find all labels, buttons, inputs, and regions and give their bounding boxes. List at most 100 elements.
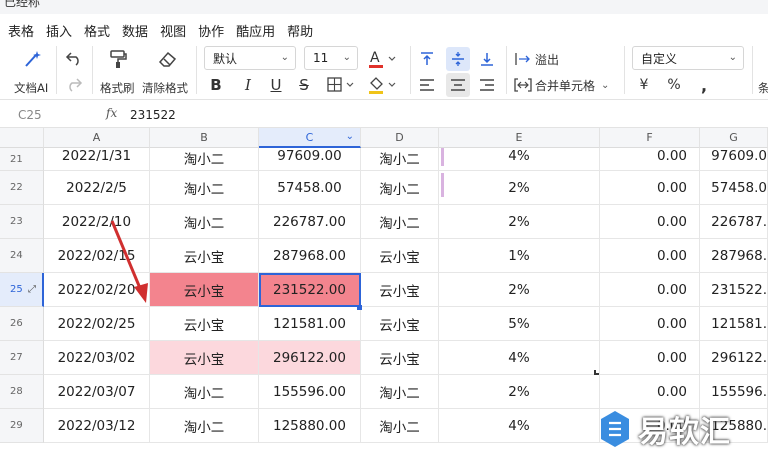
cell-fee[interactable]: 0.00: [600, 171, 700, 205]
cell-name[interactable]: 云小宝: [150, 341, 259, 375]
font-size-select[interactable]: 11 ⌄: [304, 46, 358, 70]
cell-amount[interactable]: 287968.00: [259, 239, 361, 273]
cell-total[interactable]: 57458.0: [700, 171, 768, 205]
cell-fee[interactable]: 0.00: [600, 273, 700, 307]
cell-rate[interactable]: 2%: [439, 273, 600, 307]
cell-owner[interactable]: 云小宝: [361, 341, 439, 375]
cell-amount[interactable]: 125880.00: [259, 409, 361, 443]
underline-button[interactable]: U: [266, 74, 286, 96]
cell-date[interactable]: 2022/03/02: [44, 341, 150, 375]
font-name-select[interactable]: 默认 ⌄: [204, 46, 296, 70]
align-right-button[interactable]: [476, 74, 498, 96]
cell-name[interactable]: 云小宝: [150, 239, 259, 273]
font-color-button[interactable]: A: [366, 48, 400, 70]
menu-data[interactable]: 数据: [122, 21, 148, 40]
clear-format-button[interactable]: [154, 48, 182, 70]
cell-owner[interactable]: 淘小二: [361, 375, 439, 409]
formula-input[interactable]: 231522: [130, 108, 176, 122]
thousands-button[interactable]: ,: [694, 74, 714, 96]
row-header[interactable]: 25 ⤢: [0, 273, 44, 307]
cell-rate[interactable]: 2%: [439, 205, 600, 239]
cell-total[interactable]: 121581.: [700, 307, 768, 341]
cell-fee[interactable]: 0.00: [600, 307, 700, 341]
currency-button[interactable]: ¥: [634, 74, 654, 96]
align-center-button[interactable]: [446, 73, 470, 97]
cell-owner[interactable]: 云小宝: [361, 239, 439, 273]
cell-amount[interactable]: 231522.00: [259, 273, 361, 307]
cell-amount[interactable]: 57458.00: [259, 171, 361, 205]
cell-total[interactable]: 226787.: [700, 205, 768, 239]
cell-name[interactable]: 淘小二: [150, 148, 259, 171]
italic-button[interactable]: I: [238, 74, 258, 96]
bold-button[interactable]: B: [206, 74, 226, 96]
fill-color-button[interactable]: [366, 74, 402, 96]
menu-format[interactable]: 格式: [84, 21, 110, 40]
cell-total[interactable]: 287968.: [700, 239, 768, 273]
cell-owner[interactable]: 云小宝: [361, 307, 439, 341]
number-format-select[interactable]: 自定义 ⌄: [632, 46, 744, 70]
row-header[interactable]: 28: [0, 375, 44, 409]
cell-date[interactable]: 2022/2/5: [44, 171, 150, 205]
column-header-c[interactable]: C ⌄: [259, 128, 361, 148]
cell-fee[interactable]: 0.00: [600, 239, 700, 273]
fill-handle[interactable]: [357, 305, 362, 310]
cell-date[interactable]: 2022/03/12: [44, 409, 150, 443]
row-header[interactable]: 24: [0, 239, 44, 273]
cell-date[interactable]: 2022/02/25: [44, 307, 150, 341]
cell-amount[interactable]: 155596.00: [259, 375, 361, 409]
cell-name[interactable]: 云小宝: [150, 273, 259, 307]
cell-total[interactable]: 231522.: [700, 273, 768, 307]
align-bottom-button[interactable]: [476, 48, 498, 70]
borders-button[interactable]: [324, 74, 360, 96]
column-header-a[interactable]: A: [44, 128, 150, 148]
cell-rate[interactable]: 4%: [439, 341, 600, 375]
format-painter-button[interactable]: [104, 48, 132, 70]
chevron-down-icon[interactable]: ⌄: [346, 131, 354, 142]
overflow-button[interactable]: 溢出: [514, 50, 559, 68]
cell-name[interactable]: 淘小二: [150, 409, 259, 443]
column-header-b[interactable]: B: [150, 128, 259, 148]
column-header-f[interactable]: F: [600, 128, 700, 148]
menu-help[interactable]: 帮助: [287, 21, 313, 40]
cell-total[interactable]: 97609.0: [700, 148, 768, 171]
percent-button[interactable]: %: [664, 74, 684, 96]
cell-name[interactable]: 淘小二: [150, 375, 259, 409]
cell-amount[interactable]: 121581.00: [259, 307, 361, 341]
cell-fee[interactable]: 0.00: [600, 148, 700, 171]
menu-table[interactable]: 表格: [8, 21, 34, 40]
cell-amount[interactable]: 97609.00: [259, 148, 361, 171]
doc-ai-button[interactable]: [18, 48, 46, 70]
row-header[interactable]: 23: [0, 205, 44, 239]
cell-name[interactable]: 云小宝: [150, 307, 259, 341]
cell-rate[interactable]: 2%: [439, 171, 600, 205]
conditional-format-label[interactable]: 条: [758, 80, 768, 96]
menu-insert[interactable]: 插入: [46, 21, 72, 40]
cell-owner[interactable]: 淘小二: [361, 171, 439, 205]
cell-owner[interactable]: 云小宝: [361, 273, 439, 307]
cell-owner[interactable]: 淘小二: [361, 205, 439, 239]
cell-name[interactable]: 淘小二: [150, 171, 259, 205]
menu-collaborate[interactable]: 协作: [198, 21, 224, 40]
row-header[interactable]: 29: [0, 409, 44, 443]
redo-button[interactable]: [63, 74, 85, 94]
cell-rate[interactable]: 1%: [439, 239, 600, 273]
undo-button[interactable]: [63, 48, 85, 68]
cell-fee[interactable]: 0.00: [600, 205, 700, 239]
row-header[interactable]: 21: [0, 148, 44, 171]
align-top-button[interactable]: [416, 48, 438, 70]
align-left-button[interactable]: [416, 74, 438, 96]
row-header[interactable]: 26: [0, 307, 44, 341]
cell-owner[interactable]: 淘小二: [361, 148, 439, 171]
cell-rate[interactable]: 5%: [439, 307, 600, 341]
cell-total[interactable]: 296122.: [700, 341, 768, 375]
cell-name[interactable]: 淘小二: [150, 205, 259, 239]
cell-rate[interactable]: 4%: [439, 409, 600, 443]
cell-rate[interactable]: 2%: [439, 375, 600, 409]
column-header-e[interactable]: E: [439, 128, 600, 148]
row-header[interactable]: 22: [0, 171, 44, 205]
cell-fee[interactable]: 0.00: [600, 341, 700, 375]
cell-owner[interactable]: 淘小二: [361, 409, 439, 443]
strikethrough-button[interactable]: S: [294, 74, 314, 96]
cell-rate[interactable]: 4%: [439, 148, 600, 171]
cell-amount[interactable]: 226787.00: [259, 205, 361, 239]
